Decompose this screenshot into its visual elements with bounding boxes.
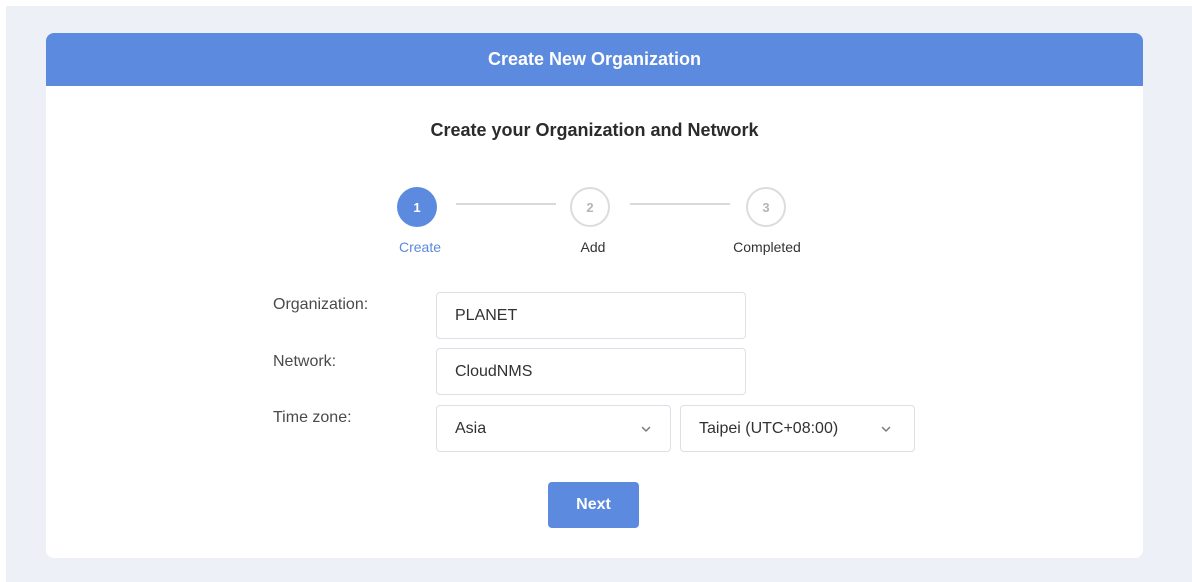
step-3-label: Completed	[733, 239, 801, 255]
organization-input[interactable]: PLANET	[436, 292, 746, 339]
page-title: Create New Organization	[487, 49, 702, 69]
step-2-circle: 2	[570, 187, 610, 227]
chevron-down-icon	[880, 423, 892, 435]
timezone-region-value: Asia	[455, 419, 487, 437]
create-organization-card: Create New Organization Create your Orga…	[46, 33, 1143, 558]
timezone-region-select[interactable]: Asia	[436, 405, 671, 452]
timezone-city-value: Taipei (UTC+08:00)	[699, 419, 839, 437]
step-connector-2	[630, 203, 730, 205]
next-button[interactable]: Next	[548, 482, 639, 528]
step-connector-1	[456, 203, 556, 205]
network-input[interactable]: CloudNMS	[436, 348, 746, 395]
network-label: Network:	[273, 353, 337, 370]
step-1-circle: 1	[397, 187, 437, 227]
chevron-down-icon	[640, 423, 652, 435]
step-1-label: Create	[398, 239, 442, 255]
step-3-circle: 3	[746, 187, 786, 227]
step-2-label: Add	[580, 239, 606, 255]
form-subtitle: Create your Organization and Network	[430, 120, 759, 140]
timezone-city-select[interactable]: Taipei (UTC+08:00)	[680, 405, 915, 452]
organization-label: Organization:	[273, 296, 369, 313]
timezone-label: Time zone:	[273, 409, 352, 426]
card-header: Create New Organization	[46, 33, 1143, 86]
